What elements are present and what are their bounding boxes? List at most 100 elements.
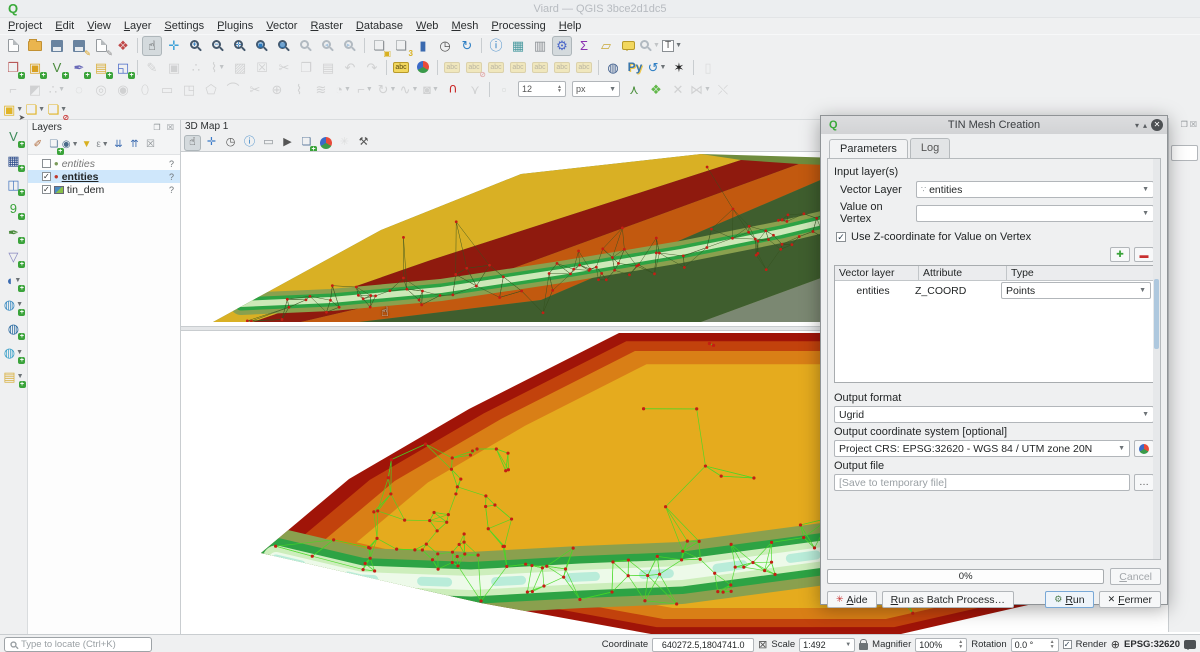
- show-statistics-button[interactable]: Σ: [574, 36, 594, 56]
- style-manager-button[interactable]: ❖: [113, 36, 133, 56]
- zoom-full-3d-button[interactable]: ✛: [203, 135, 220, 151]
- type-combo[interactable]: Points ▼: [1001, 282, 1151, 299]
- temporal-controller-button[interactable]: ◷: [435, 36, 455, 56]
- layer-visibility-checkbox[interactable]: ✓: [42, 185, 51, 194]
- tab-parameters[interactable]: Parameters: [829, 139, 908, 159]
- panel-float-close-icons[interactable]: ❐ ☒: [153, 123, 176, 132]
- use-z-checkbox[interactable]: ✓: [836, 232, 846, 242]
- add-raster-layer-button[interactable]: ▦+: [3, 150, 23, 170]
- map-tips-button[interactable]: [618, 36, 638, 56]
- menu-web[interactable]: Web: [416, 20, 438, 32]
- dialog-titlebar[interactable]: Q TIN Mesh Creation ▾ ▴ ✕: [821, 116, 1167, 134]
- run-button[interactable]: ⚙ Run: [1045, 591, 1093, 608]
- output-crs-combo[interactable]: Project CRS: EPSG:32620 - WGS 84 / UTM z…: [834, 440, 1130, 457]
- render-checkbox[interactable]: ✓: [1063, 640, 1072, 649]
- select-crs-button[interactable]: [1134, 440, 1154, 457]
- snapping-toggle-button[interactable]: ∪: [443, 79, 463, 99]
- zoom-full-button[interactable]: ✛: [230, 36, 250, 56]
- layer-item-2[interactable]: ✓tin_dem?: [28, 183, 180, 196]
- layer-visibility-checkbox[interactable]: ✓: [42, 172, 51, 181]
- layer-diagram-button[interactable]: [413, 57, 433, 77]
- add-spatialite-layer-button[interactable]: ▽+: [3, 246, 23, 266]
- value-on-vertex-combo[interactable]: ▼: [916, 205, 1154, 222]
- panel-corner-icons[interactable]: ❐☒: [1169, 118, 1200, 131]
- add-arcgis-layer-button[interactable]: ▤+▼: [3, 366, 23, 386]
- new-shapefile-layer-button[interactable]: V+: [47, 57, 67, 77]
- mesh-digitize-button[interactable]: ⋏: [624, 79, 644, 99]
- text-annotation-button[interactable]: T▼: [662, 36, 682, 56]
- lock-scale-icon[interactable]: [859, 643, 868, 650]
- python-console-button[interactable]: Py: [625, 57, 645, 77]
- extents-icon[interactable]: ⊠: [758, 638, 767, 651]
- add-vector-layer-button[interactable]: V+: [3, 126, 23, 146]
- add-postgis-layer-button[interactable]: ◖+▼: [3, 270, 23, 290]
- crs-globe-icon[interactable]: ⊕: [1111, 638, 1120, 651]
- close-button[interactable]: ✕ Fermer: [1099, 591, 1161, 608]
- menu-mesh[interactable]: Mesh: [451, 20, 478, 32]
- coordinate-input[interactable]: 640272.5,1804741.0: [652, 638, 754, 652]
- manage-map-themes-button[interactable]: ◉▼: [62, 137, 79, 153]
- measure-line-button[interactable]: ▱: [596, 36, 616, 56]
- pan-map-button[interactable]: ☝: [142, 36, 162, 56]
- mesh-units-button[interactable]: px▼: [570, 79, 622, 99]
- select-features-button[interactable]: ▣➤▼: [3, 100, 23, 120]
- filter-by-expression-button[interactable]: ε▼: [95, 137, 111, 153]
- scene-effects-button[interactable]: [317, 135, 334, 151]
- remove-layer-button[interactable]: ☒: [143, 137, 159, 153]
- layer-item-0[interactable]: ●entities?: [28, 157, 180, 170]
- deselect-features-button[interactable]: ❏⊘▼: [47, 100, 67, 120]
- pan-to-selection-button[interactable]: ✛: [164, 36, 184, 56]
- menu-raster[interactable]: Raster: [310, 20, 342, 32]
- first-aid-debug-button[interactable]: ✶: [669, 57, 689, 77]
- zoom-to-layer-button[interactable]: ▦: [274, 36, 294, 56]
- scale-combo[interactable]: 1:492▼: [799, 638, 855, 652]
- save-project-as-button[interactable]: ✎: [69, 36, 89, 56]
- configure-3d-button[interactable]: ⚒: [355, 135, 372, 151]
- camera-pan-button[interactable]: ☝: [184, 135, 201, 151]
- add-group-button[interactable]: ❏+: [46, 137, 62, 153]
- layer-visibility-checkbox[interactable]: [42, 159, 51, 168]
- animation-clock-button[interactable]: ◷: [222, 135, 239, 151]
- menu-layer[interactable]: Layer: [124, 20, 152, 32]
- identify-3d-button[interactable]: ⓘ: [241, 135, 258, 151]
- new-spatialite-layer-button[interactable]: ✒+: [69, 57, 89, 77]
- menu-plugins[interactable]: Plugins: [217, 20, 253, 32]
- open-project-button[interactable]: [25, 36, 45, 56]
- add-row-button[interactable]: ✚: [1110, 247, 1130, 262]
- menu-edit[interactable]: Edit: [55, 20, 74, 32]
- messages-icon[interactable]: [1184, 640, 1196, 649]
- menu-processing[interactable]: Processing: [491, 20, 545, 32]
- vector-layer-combo[interactable]: ∵ entities ▼: [916, 181, 1154, 198]
- layer-notes-badge[interactable]: ?: [169, 159, 174, 169]
- zoom-to-selection-button[interactable]: ▣: [252, 36, 272, 56]
- tab-log[interactable]: Log: [910, 138, 950, 158]
- zoom-in-button[interactable]: +: [186, 36, 206, 56]
- menu-project[interactable]: Project: [8, 20, 42, 32]
- layer-notes-badge[interactable]: ?: [169, 185, 174, 195]
- add-wfs-layer-button[interactable]: ◍+▼: [3, 342, 23, 362]
- expand-all-button[interactable]: ⇊: [111, 137, 127, 153]
- add-delimited-text-layer-button[interactable]: 9+: [3, 198, 23, 218]
- layer-labeling-button[interactable]: abc: [391, 57, 411, 77]
- data-source-manager-button[interactable]: ❐+: [3, 57, 23, 77]
- open-attribute-table-button[interactable]: ▦: [508, 36, 528, 56]
- processing-toolbox-button[interactable]: ⚙: [552, 36, 572, 56]
- mesh-select-button[interactable]: ❖: [646, 79, 666, 99]
- browse-file-button[interactable]: …: [1134, 474, 1154, 491]
- new-print-layout-button[interactable]: ✎: [91, 36, 111, 56]
- add-wms-layer-button[interactable]: ◍+▼: [3, 294, 23, 314]
- collapse-all-button[interactable]: ⇈: [127, 137, 143, 153]
- dialog-shade-icon[interactable]: ▾: [1135, 121, 1139, 130]
- open-layer-styling-button[interactable]: ✐: [30, 137, 46, 153]
- menu-settings[interactable]: Settings: [164, 20, 204, 32]
- add-mesh-layer-button[interactable]: ◫+: [3, 174, 23, 194]
- rotation-spin[interactable]: 0.0 °▲▼: [1011, 638, 1059, 652]
- output-format-combo[interactable]: Ugrid ▼: [834, 406, 1154, 423]
- filter-legend-button[interactable]: ▼: [79, 137, 95, 153]
- save-as-image-button[interactable]: ❏+: [298, 135, 315, 151]
- layer-item-1[interactable]: ✓●entities?: [28, 170, 180, 183]
- menu-database[interactable]: Database: [356, 20, 403, 32]
- menu-help[interactable]: Help: [559, 20, 582, 32]
- table-row[interactable]: entities Z_COORD Points ▼: [835, 281, 1153, 300]
- zoom-out-button[interactable]: −: [208, 36, 228, 56]
